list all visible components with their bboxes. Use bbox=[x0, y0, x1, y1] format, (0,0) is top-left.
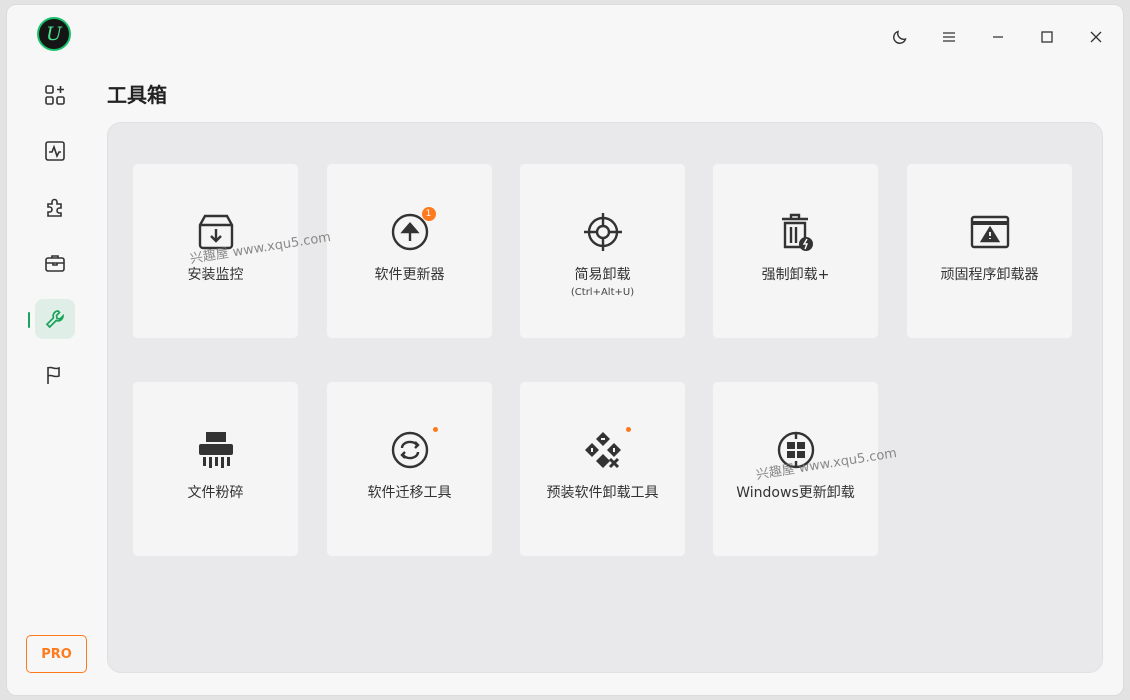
software-migration-icon bbox=[391, 431, 428, 469]
tool-label: Windows更新卸载 bbox=[736, 485, 855, 501]
tool-file-shredder[interactable]: 文件粉碎 bbox=[132, 381, 299, 557]
tool-stubborn-uninstaller[interactable]: 顽固程序卸载器 bbox=[906, 163, 1073, 339]
dark-mode-button[interactable] bbox=[886, 23, 913, 50]
pro-button[interactable]: PRO bbox=[26, 635, 87, 673]
tool-label: 软件迁移工具 bbox=[367, 485, 452, 501]
sidebar-item-monitor[interactable] bbox=[35, 131, 75, 171]
sidebar-item-feedback[interactable] bbox=[35, 355, 75, 395]
tool-label: 预装软件卸载工具 bbox=[546, 485, 659, 501]
tool-label: 软件更新器 bbox=[374, 267, 445, 283]
logo-letter: U bbox=[45, 22, 62, 45]
puzzle-icon bbox=[47, 198, 62, 217]
new-indicator-dot bbox=[625, 427, 631, 432]
maximize-icon bbox=[1040, 30, 1053, 43]
hamburger-icon bbox=[942, 31, 955, 42]
preinstalled-uninstall-icon bbox=[584, 432, 621, 469]
tool-label: 简易卸载 bbox=[574, 267, 631, 283]
app-window: U PRO 工具箱 安装监控 1 软件更新器 简易卸载 (Ctrl+Alt+U)… bbox=[6, 4, 1124, 696]
app-logo: U bbox=[37, 17, 71, 51]
tool-label: 强制卸载+ bbox=[761, 267, 830, 283]
tool-shortcut: (Ctrl+Alt+U) bbox=[570, 287, 635, 298]
tool-label: 文件粉碎 bbox=[187, 485, 244, 501]
tool-preinstalled-uninstall[interactable]: 预装软件卸载工具 bbox=[519, 381, 686, 557]
close-button[interactable] bbox=[1082, 23, 1109, 50]
briefcase-icon bbox=[45, 255, 65, 272]
window-controls bbox=[886, 23, 1109, 50]
update-count-badge: 1 bbox=[421, 207, 436, 221]
active-indicator bbox=[28, 312, 30, 328]
stubborn-uninstaller-icon bbox=[970, 215, 1009, 249]
wrench-icon bbox=[45, 310, 64, 329]
sidebar-item-plugins[interactable] bbox=[35, 187, 75, 227]
maximize-button[interactable] bbox=[1033, 23, 1060, 50]
tool-easy-uninstall[interactable]: 简易卸载 (Ctrl+Alt+U) bbox=[519, 163, 686, 339]
minimize-icon bbox=[992, 35, 1003, 38]
toolbox-panel: 安装监控 1 软件更新器 简易卸载 (Ctrl+Alt+U) 强制卸载+ 顽固程… bbox=[107, 122, 1103, 673]
sidebar-item-tools[interactable] bbox=[35, 299, 75, 339]
file-shredder-icon bbox=[198, 432, 233, 468]
flag-icon bbox=[47, 366, 60, 384]
sidebar-item-apps[interactable] bbox=[35, 75, 75, 115]
tool-label: 安装监控 bbox=[187, 267, 244, 283]
moon-icon bbox=[892, 29, 907, 44]
menu-button[interactable] bbox=[935, 23, 962, 50]
sidebar-item-toolbox[interactable] bbox=[35, 243, 75, 283]
force-uninstall-icon bbox=[781, 213, 813, 251]
activity-icon bbox=[45, 141, 65, 161]
tool-software-migration[interactable]: 软件迁移工具 bbox=[326, 381, 493, 557]
tool-label: 顽固程序卸载器 bbox=[940, 267, 1039, 283]
tool-force-uninstall[interactable]: 强制卸载+ bbox=[712, 163, 879, 339]
apps-grid-icon bbox=[45, 85, 65, 105]
minimize-button[interactable] bbox=[984, 23, 1011, 50]
new-indicator-dot bbox=[432, 427, 438, 432]
tool-software-updater[interactable]: 1 软件更新器 bbox=[326, 163, 493, 339]
close-icon bbox=[1090, 31, 1101, 42]
easy-uninstall-icon bbox=[583, 213, 622, 251]
page-title: 工具箱 bbox=[107, 83, 167, 107]
